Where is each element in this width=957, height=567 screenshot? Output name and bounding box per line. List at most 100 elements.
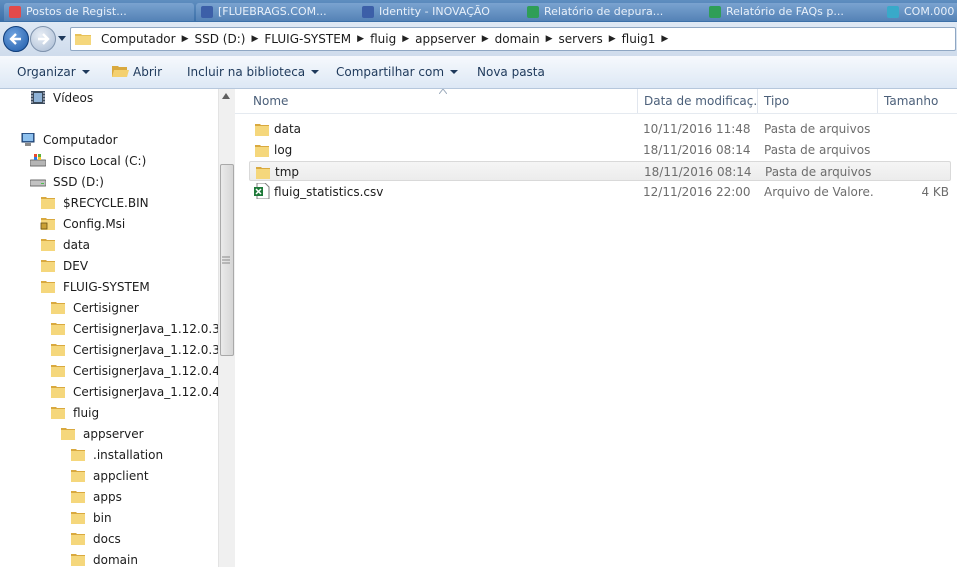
folder-icon	[61, 428, 75, 440]
breadcrumb-item[interactable]: servers	[555, 32, 607, 46]
nav-item[interactable]: CertisignerJava_1.12.0.37_Tc	[50, 340, 218, 361]
file-name: fluig_statistics.csv	[274, 185, 384, 199]
column-size[interactable]: Tamanho	[878, 89, 957, 113]
nav-item[interactable]: Computador	[20, 130, 118, 151]
scroll-up-arrow-icon[interactable]	[222, 93, 230, 99]
forward-arrow-icon	[38, 33, 50, 45]
nav-item[interactable]: fluig	[50, 403, 99, 424]
breadcrumb-item[interactable]: fluig1	[618, 32, 660, 46]
file-date: 18/11/2016 08:14	[643, 143, 751, 157]
nav-item[interactable]: domain	[70, 550, 138, 567]
nav-item[interactable]: CertisignerJava_1.12.0.40	[50, 361, 218, 382]
address-bar[interactable]: Computador ▶ SSD (D:) ▶ FLUIG-SYSTEM ▶ fluig ▶ a…	[70, 27, 956, 51]
nav-item[interactable]: appserver	[60, 424, 144, 445]
breadcrumb-item[interactable]: fluig	[366, 32, 400, 46]
nav-item-label: CertisignerJava_1.12.0.40	[73, 364, 218, 378]
nav-item[interactable]: DEV	[40, 256, 88, 277]
nav-item[interactable]: docs	[70, 529, 121, 550]
nav-item[interactable]: Vídeos	[30, 89, 93, 109]
nav-item-label: Disco Local (C:)	[53, 154, 147, 168]
breadcrumb-item[interactable]: domain	[491, 32, 544, 46]
nav-item[interactable]: SSD (D:)	[30, 172, 104, 193]
file-list[interactable]: Nome Data de modificaç... Tipo Tamanho d…	[235, 89, 957, 567]
breadcrumb-item[interactable]: SSD (D:)	[191, 32, 250, 46]
folder-icon	[41, 197, 55, 209]
nav-item-label: Vídeos	[53, 91, 94, 105]
file-date: 12/11/2016 22:00	[643, 185, 751, 199]
folder-icon	[255, 124, 269, 136]
back-arrow-icon	[9, 33, 21, 45]
nav-item[interactable]: Certisigner	[50, 298, 139, 319]
file-date: 10/11/2016 11:48	[643, 122, 751, 136]
taskbar-tab-label: Identity - INOVAÇÃO	[379, 5, 490, 18]
nav-item[interactable]: $RECYCLE.BIN	[40, 193, 149, 214]
folder-icon	[41, 239, 55, 251]
back-button[interactable]	[3, 26, 29, 52]
forward-button[interactable]	[30, 26, 56, 52]
folder-icon	[255, 145, 269, 157]
taskbar-tab[interactable]: Identity - INOVAÇÃO	[357, 3, 547, 21]
file-row[interactable]: log 18/11/2016 08:14 Pasta de arquivos	[249, 140, 951, 160]
nav-item[interactable]: bin	[70, 508, 112, 529]
organize-button[interactable]: Organizar	[17, 56, 90, 88]
taskbar-tab[interactable]: COM.000	[882, 3, 957, 21]
breadcrumb-chevron-icon[interactable]: ▶	[249, 34, 260, 44]
file-row[interactable]: fluig_statistics.csv 12/11/2016 22:00 Arqu…	[249, 182, 951, 202]
taskbar-tab[interactable]: Relatório de depura...	[522, 3, 712, 21]
nav-item-label: .installation	[93, 448, 164, 462]
nav-item[interactable]: Disco Local (C:)	[30, 151, 146, 172]
folder-icon	[71, 512, 85, 524]
file-row[interactable]: data 10/11/2016 11:48 Pasta de arquivos	[249, 119, 951, 139]
folder-icon	[51, 344, 65, 356]
sort-ascending-icon	[439, 89, 447, 94]
nav-item[interactable]: data	[40, 235, 90, 256]
folder-icon	[51, 365, 65, 377]
nav-item-label: bin	[93, 511, 112, 525]
nav-item-label: domain	[93, 553, 138, 567]
nav-item[interactable]: apps	[70, 487, 122, 508]
breadcrumb-item[interactable]: appserver	[411, 32, 480, 46]
breadcrumb-chevron-icon[interactable]: ▶	[659, 34, 670, 44]
file-type: Pasta de arquivos	[764, 143, 871, 157]
column-date-modified[interactable]: Data de modificaç...	[638, 89, 758, 113]
include-label: Incluir na biblioteca	[187, 65, 306, 79]
breadcrumb-chevron-icon[interactable]: ▶	[607, 34, 618, 44]
breadcrumb-chevron-icon[interactable]: ▶	[400, 34, 411, 44]
computer-icon	[21, 133, 35, 146]
navigation-pane[interactable]: Vídeos Computador Disco Local (C:) SSD (D:)…	[0, 89, 218, 567]
folder-icon	[41, 260, 55, 272]
app-icon	[709, 6, 721, 18]
nav-item-label: Certisigner	[73, 301, 139, 315]
taskbar-tab-label: COM.000	[904, 5, 955, 18]
nav-item[interactable]: appclient	[70, 466, 149, 487]
taskbar-tab[interactable]: Postos de Regist...	[4, 3, 194, 21]
taskbar-tab[interactable]: Relatório de FAQs p...	[704, 3, 894, 21]
folder-icon	[71, 554, 85, 566]
new-folder-button[interactable]: Nova pasta	[477, 56, 545, 88]
share-with-button[interactable]: Compartilhar com	[336, 56, 459, 88]
video-library-icon	[31, 91, 45, 104]
organize-label: Organizar	[17, 65, 76, 79]
nav-item-label: Computador	[43, 133, 118, 147]
nav-item[interactable]: CertisignerJava_1.12.0.42	[50, 382, 218, 403]
recent-pages-dropdown-icon[interactable]	[58, 34, 66, 42]
breadcrumb-chevron-icon[interactable]: ▶	[355, 34, 366, 44]
breadcrumb-item[interactable]: Computador	[97, 32, 180, 46]
nav-item-label: appclient	[93, 469, 149, 483]
nav-item[interactable]: Config.Msi	[40, 214, 125, 235]
nav-item-label: data	[63, 238, 91, 252]
taskbar-strip: Postos de Regist... [FLUEBRAGS.COM... Iden…	[0, 0, 957, 22]
breadcrumb-chevron-icon[interactable]: ▶	[480, 34, 491, 44]
breadcrumb-chevron-icon[interactable]: ▶	[180, 34, 191, 44]
nav-item[interactable]: CertisignerJava_1.12.0.37_Tc	[50, 319, 218, 340]
nav-item[interactable]: .installation	[70, 445, 163, 466]
breadcrumb-item[interactable]: FLUIG-SYSTEM	[260, 32, 355, 46]
open-button[interactable]: Abrir	[112, 56, 162, 88]
include-in-library-button[interactable]: Incluir na biblioteca	[187, 56, 320, 88]
column-type[interactable]: Tipo	[758, 89, 878, 113]
file-row[interactable]: tmp 18/11/2016 08:14 Pasta de arquivos	[249, 161, 951, 181]
breadcrumb-chevron-icon[interactable]: ▶	[544, 34, 555, 44]
nav-item[interactable]: FLUIG-SYSTEM	[40, 277, 150, 298]
app-icon	[9, 6, 21, 18]
scroll-grip-icon	[222, 256, 230, 264]
